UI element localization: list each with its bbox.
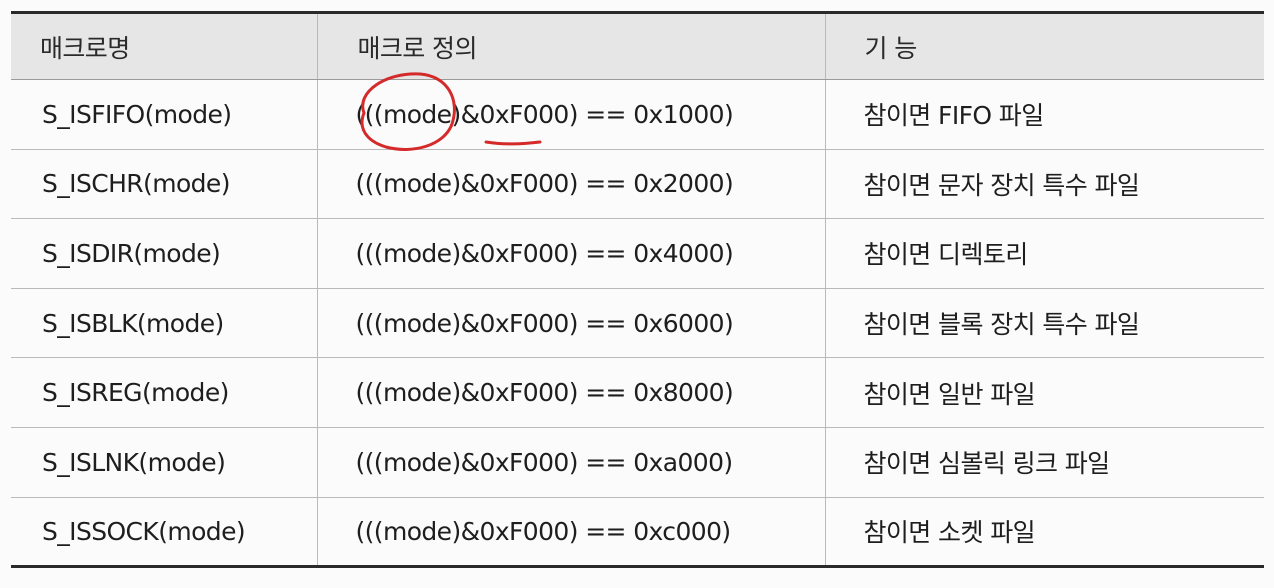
table-row: S_ISCHR(mode) (((mode)&0xF000) == 0x2000…: [11, 149, 1264, 220]
macro-name-cell: S_ISREG(mode): [11, 357, 318, 428]
macro-definition-cell: (((mode)&0xF000) == 0xa000): [317, 427, 826, 498]
table-row: S_ISREG(mode) (((mode)&0xF000) == 0x8000…: [11, 357, 1264, 428]
macro-name-cell: S_ISBLK(mode): [11, 288, 318, 359]
macro-name-cell: S_ISFIFO(mode): [11, 79, 318, 150]
macro-name-cell: S_ISLNK(mode): [11, 427, 318, 498]
table-row: S_ISFIFO(mode) (((mode)&0xF000) == 0x100…: [11, 79, 1264, 150]
header-function: 기 능: [825, 12, 1264, 80]
function-cell: 참이면 블록 장치 특수 파일: [825, 288, 1264, 359]
function-cell: 참이면 문자 장치 특수 파일: [825, 149, 1264, 220]
macro-definition-cell: (((mode)&0xF000) == 0xc000): [317, 497, 826, 567]
table-row: S_ISBLK(mode) (((mode)&0xF000) == 0x6000…: [11, 288, 1264, 359]
function-cell: 참이면 FIFO 파일: [825, 79, 1264, 150]
macro-definition-cell: (((mode)&0xF000) == 0x2000): [317, 149, 826, 220]
macro-definition-cell: (((mode)&0xF000) == 0x1000): [317, 79, 826, 150]
macro-name-cell: S_ISCHR(mode): [11, 149, 318, 220]
macro-name-cell: S_ISSOCK(mode): [11, 497, 318, 567]
macro-table: 매크로명 매크로 정의 기 능 S_ISFIFO(mode) (((mode)&…: [11, 11, 1264, 569]
header-macro-definition: 매크로 정의: [317, 12, 826, 80]
macro-name-cell: S_ISDIR(mode): [11, 218, 318, 289]
function-cell: 참이면 일반 파일: [825, 357, 1264, 428]
function-cell: 참이면 소켓 파일: [863, 518, 1036, 548]
macro-definition-cell: (((mode)&0xF000) == 0x6000): [317, 288, 826, 359]
macro-definition-cell: (((mode)&0xF000) == 0x4000): [317, 218, 826, 289]
macro-definition-cell: (((mode)&0xF000) == 0x8000): [317, 357, 826, 428]
header-macro-name: 매크로명: [11, 12, 318, 80]
table-row: S_ISLNK(mode) (((mode)&0xF000) == 0xa000…: [11, 427, 1264, 498]
function-cell: 참이면 심볼릭 링크 파일: [825, 427, 1264, 498]
table-row: S_ISSOCK(mode) (((mode)&0xF000) == 0xc00…: [11, 497, 1264, 567]
table-header-row: 매크로명 매크로 정의 기 능: [11, 12, 1264, 80]
function-cell: 참이면 디렉토리: [825, 218, 1264, 289]
page: 매크로명 매크로 정의 기 능 S_ISFIFO(mode) (((mode)&…: [0, 0, 1274, 588]
table-row: S_ISDIR(mode) (((mode)&0xF000) == 0x4000…: [11, 218, 1264, 289]
